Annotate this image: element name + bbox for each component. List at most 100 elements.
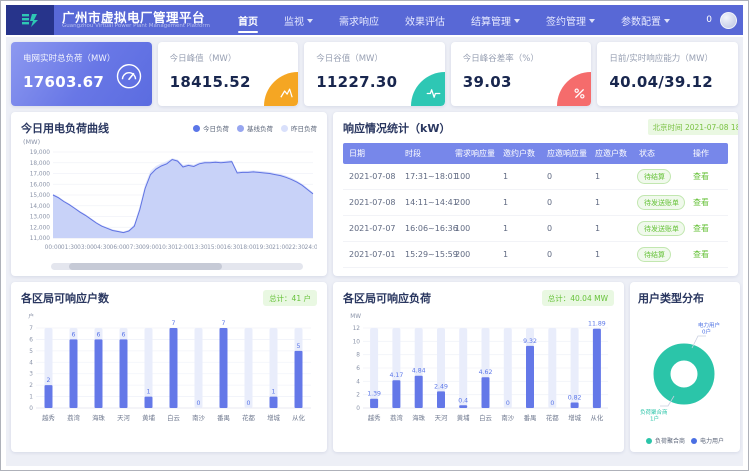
svg-text:16,000: 16,000 [30, 182, 51, 188]
svg-text:19,000: 19,000 [30, 150, 51, 156]
legend-item[interactable]: 负荷聚合商 [646, 436, 685, 445]
chevron-down-icon [589, 19, 595, 23]
table-header: 日期时段需求响应量邀约户数应邀响应量应邀户数状态操作 [343, 143, 728, 164]
column-header: 操作 [687, 148, 728, 159]
nav-item-2[interactable]: 需求响应 [339, 5, 379, 35]
svg-text:7: 7 [29, 326, 33, 332]
svg-text:2.49: 2.49 [434, 383, 448, 390]
svg-text:9.32: 9.32 [523, 338, 537, 345]
svg-text:8: 8 [356, 353, 360, 359]
nav-item-5[interactable]: 签约管理 [546, 5, 595, 35]
kpi-label: 今日峰值（MW） [170, 52, 287, 64]
column-header: 需求响应量 [449, 148, 497, 159]
legend-dot [691, 438, 697, 444]
cell-accepted-users: 1 [589, 198, 633, 207]
response-table-title: 响应情况统计（kW） [343, 120, 450, 136]
legend-dot [281, 125, 288, 132]
datazoom-slider[interactable] [51, 263, 303, 270]
nav-item-3[interactable]: 效果评估 [405, 5, 445, 35]
view-link[interactable]: 查看 [687, 223, 728, 234]
svg-text:南沙: 南沙 [192, 413, 205, 422]
load-curve-legend: 今日负荷基线负荷昨日负荷 [193, 123, 317, 133]
svg-text:06:00: 06:00 [110, 245, 127, 251]
kpi-label: 日前/实时响应能力（MW） [609, 52, 726, 64]
load-total-badge: 总计：40.04 MW [542, 290, 614, 306]
table-row: 2021-07-08 17:31~18:01 100 1 0 1 待结算 查看 [343, 164, 728, 190]
view-link[interactable]: 查看 [687, 171, 728, 182]
svg-text:黄埔: 黄埔 [142, 413, 155, 422]
column-header: 日期 [343, 148, 399, 159]
notification-count[interactable]: 0 [706, 15, 712, 25]
legend-item[interactable]: 基线负荷 [237, 123, 273, 133]
cell-period: 14:11~14:41 [399, 198, 449, 207]
nav-item-1[interactable]: 监视 [284, 5, 313, 35]
avatar[interactable] [720, 12, 737, 29]
y-axis-unit: (MW) [23, 138, 317, 146]
svg-text:2: 2 [47, 377, 51, 384]
user-type-title: 用户类型分布 [638, 290, 732, 306]
legend-item[interactable]: 今日负荷 [193, 123, 229, 133]
nav-item-6[interactable]: 参数配置 [621, 5, 670, 35]
legend-dot [193, 125, 200, 132]
svg-text:14,000: 14,000 [30, 204, 51, 210]
brand: 广州市虚拟电厂管理平台 Guangzhou Virtual Power Plan… [62, 11, 210, 30]
svg-text:2: 2 [29, 383, 33, 389]
svg-text:0: 0 [550, 400, 554, 407]
cell-accepted-amount: 0 [541, 224, 589, 233]
svg-text:6: 6 [122, 331, 126, 338]
svg-text:荔湾: 荔湾 [390, 413, 403, 422]
cell-invited: 1 [497, 250, 541, 259]
nav-item-0[interactable]: 首页 [238, 5, 258, 35]
nav-item-label: 监视 [284, 13, 304, 28]
status-badge: 待发送账单 [637, 195, 685, 210]
datazoom-selection[interactable] [69, 263, 223, 270]
svg-text:荔湾: 荔湾 [67, 413, 80, 422]
svg-text:07:30: 07:30 [126, 245, 143, 251]
svg-text:4.17: 4.17 [390, 372, 404, 379]
table-row: 2021-07-08 14:11~14:41 200 1 0 1 待发送账单 查… [343, 190, 728, 216]
load-curve-chart: 11,00012,00013,00014,00015,00016,00017,0… [21, 146, 317, 258]
view-link[interactable]: 查看 [687, 197, 728, 208]
legend-dot [646, 438, 652, 444]
chevron-down-icon [307, 19, 313, 23]
nav-item-label: 首页 [238, 13, 258, 28]
dashboard-content: 电网实时总负荷（MW） 17603.67今日峰值（MW） 18415.52今日谷… [6, 37, 743, 466]
svg-text:天河: 天河 [117, 414, 130, 422]
cell-demand: 100 [449, 224, 497, 233]
svg-text:18:00: 18:00 [240, 245, 257, 251]
svg-text:10: 10 [353, 339, 361, 345]
column-header: 应邀户数 [589, 148, 633, 159]
svg-text:海珠: 海珠 [412, 413, 425, 422]
svg-text:户: 户 [28, 312, 34, 320]
svg-text:0: 0 [197, 400, 201, 407]
view-link[interactable]: 查看 [687, 249, 728, 260]
kpi-label: 今日谷值（MW） [316, 52, 433, 64]
load-curve-title: 今日用电负荷曲线 [21, 120, 109, 136]
svg-text:花都: 花都 [242, 413, 255, 422]
kpi-card-1: 今日峰值（MW） 18415.52 [158, 42, 299, 106]
status-badge: 待结算 [637, 169, 671, 184]
donut-ring[interactable] [662, 352, 706, 396]
svg-text:1: 1 [147, 389, 151, 396]
table-body: 2021-07-08 17:31~18:01 100 1 0 1 待结算 查看2… [343, 164, 728, 268]
svg-text:0.4: 0.4 [458, 397, 468, 404]
svg-text:番禺: 番禺 [524, 414, 537, 422]
nav-item-4[interactable]: 结算管理 [471, 5, 520, 35]
column-header: 邀约户数 [497, 148, 541, 159]
cell-period: 15:29~15:59 [399, 250, 449, 259]
chevron-down-icon [664, 19, 670, 23]
svg-text:增城: 增城 [568, 413, 581, 422]
nav-item-label: 结算管理 [471, 13, 511, 28]
column-header: 应邀响应量 [541, 148, 589, 159]
legend-item[interactable]: 电力用户 [691, 436, 724, 445]
svg-text:越秀: 越秀 [42, 413, 55, 422]
nav-item-label: 签约管理 [546, 13, 586, 28]
svg-text:18,000: 18,000 [30, 161, 51, 167]
svg-text:15:00: 15:00 [207, 245, 224, 251]
app-window: 广州市虚拟电厂管理平台 Guangzhou Virtual Power Plan… [0, 0, 749, 471]
cell-accepted-users: 1 [589, 172, 633, 181]
user-type-donut-chart: 电力用户 0户 负荷聚合商 1户 [638, 306, 732, 430]
svg-text:7: 7 [172, 320, 176, 327]
table-row: 2021-07-07 16:06~16:36 100 1 0 1 待发送账单 查… [343, 216, 728, 242]
legend-item[interactable]: 昨日负荷 [281, 123, 317, 133]
